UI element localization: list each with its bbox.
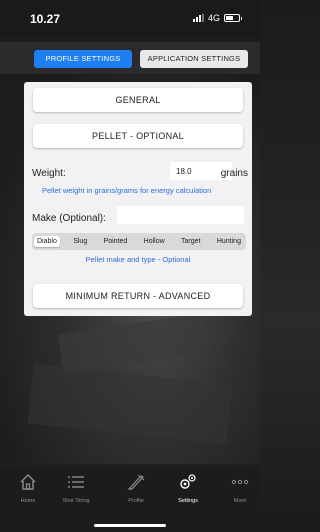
tab-shot-string[interactable]: Shot String [56, 472, 96, 504]
pellet-type-diablo[interactable]: Diablo [34, 236, 60, 247]
tab-application-settings[interactable]: APPLICATION SETTINGS [140, 50, 248, 68]
tab-home-label: Home [20, 498, 36, 504]
bottom-tab-bar: Home Shot String Profile Settings More [0, 466, 260, 532]
tab-settings-label: Settings [178, 498, 198, 504]
pellet-type-target[interactable]: Target [178, 236, 203, 247]
rifle-icon [116, 472, 156, 496]
more-icon [220, 472, 260, 496]
status-bar: 10.27 4G [0, 0, 260, 38]
pellet-type-hunting[interactable]: Hunting [214, 236, 244, 247]
make-input[interactable] [117, 206, 244, 224]
tab-profile-label: Profile [128, 498, 144, 504]
pellet-type-hollow[interactable]: Hollow [141, 236, 168, 247]
make-label: Make (Optional): [32, 213, 106, 224]
weight-label: Weight: [32, 168, 66, 179]
tab-profile[interactable]: Profile [116, 472, 156, 504]
tab-settings[interactable]: Settings [168, 472, 208, 504]
gears-icon [168, 472, 208, 496]
pellet-section-button[interactable]: PELLET - OPTIONAL [33, 124, 243, 148]
network-label: 4G [207, 13, 220, 23]
weight-unit-label: grains [220, 168, 248, 179]
home-indicator [94, 524, 166, 527]
tab-home[interactable]: Home [8, 472, 48, 504]
tab-more-label: More [233, 498, 247, 504]
battery-icon [224, 14, 242, 22]
profile-settings-panel: GENERAL PELLET - OPTIONAL Weight: grains… [24, 82, 252, 316]
tab-shot-string-label: Shot String [62, 498, 90, 504]
minimum-return-section-button[interactable]: MINIMUM RETURN - ADVANCED [33, 284, 243, 308]
list-icon [56, 472, 96, 496]
weight-help-text: Pellet weight in grains/grams for energy… [42, 186, 212, 195]
pellet-type-pointed[interactable]: Pointed [101, 236, 131, 247]
settings-tab-bar: PROFILE SETTINGS APPLICATION SETTINGS [0, 42, 260, 74]
pellet-type-selector: Diablo Slug Pointed Hollow Target Huntin… [32, 233, 246, 250]
tab-more[interactable]: More [220, 472, 260, 504]
pellet-type-slug[interactable]: Slug [70, 236, 90, 247]
signal-icon [192, 14, 204, 22]
home-icon [8, 472, 48, 496]
tab-profile-settings[interactable]: PROFILE SETTINGS [34, 50, 132, 68]
status-indicators: 4G [192, 13, 242, 23]
status-time: 10.27 [30, 12, 61, 26]
make-help-text: Pellet make and type - Optional [85, 255, 191, 264]
general-section-button[interactable]: GENERAL [33, 88, 243, 112]
